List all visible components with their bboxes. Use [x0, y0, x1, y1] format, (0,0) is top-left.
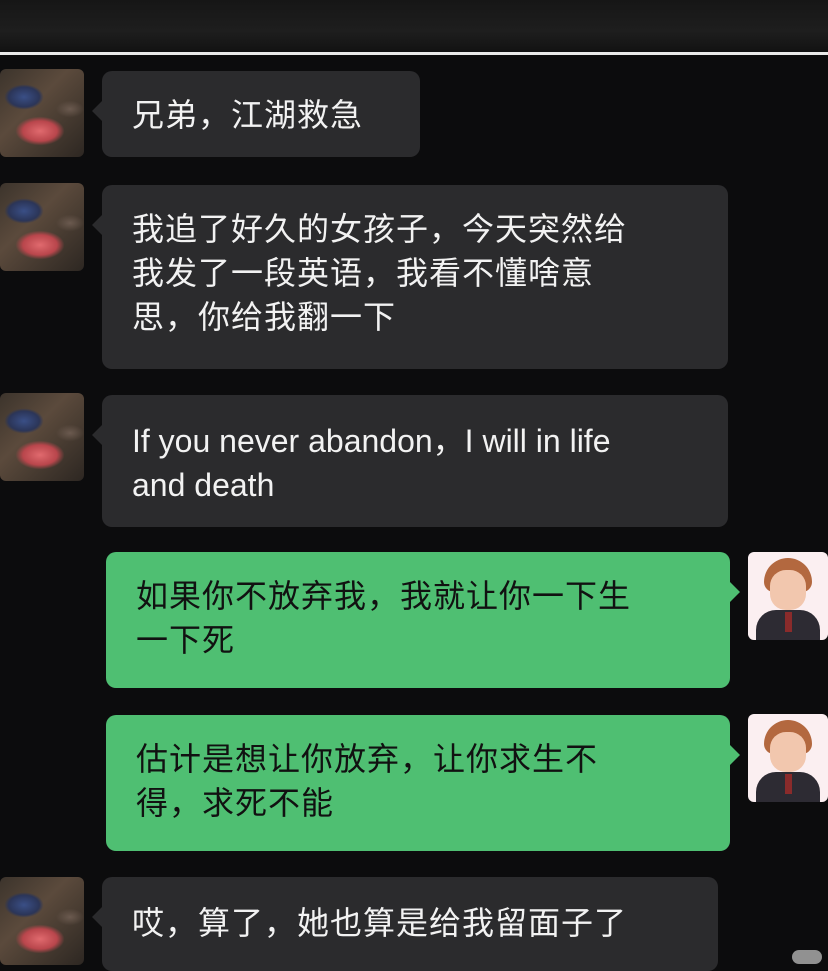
avatar-face	[770, 732, 806, 772]
user-avatar[interactable]	[748, 714, 828, 802]
friend-avatar[interactable]	[0, 69, 84, 157]
watermark-logo	[792, 950, 822, 964]
message-bubble-outgoing[interactable]: 如果你不放弃我，我就让你一下生 一下死	[106, 552, 740, 688]
message-bubble-incoming[interactable]: If you never abandon，I will in life and …	[92, 395, 728, 527]
message-bubble-incoming[interactable]: 哎，算了，她也算是给我留面子了	[92, 877, 718, 971]
friend-avatar[interactable]	[0, 877, 84, 965]
user-avatar[interactable]	[748, 552, 828, 640]
chat-area[interactable]: 兄弟，江湖救急 我追了好久的女孩子，今天突然给 我发了一段英语，我看不懂啥意 思…	[0, 55, 828, 971]
message-bubble-incoming[interactable]: 兄弟，江湖救急	[92, 71, 420, 157]
friend-avatar[interactable]	[0, 393, 84, 481]
avatar-tie	[785, 774, 792, 794]
friend-avatar[interactable]	[0, 183, 84, 271]
avatar-tie	[785, 612, 792, 632]
top-bar	[0, 0, 828, 52]
message-bubble-outgoing[interactable]: 估计是想让你放弃，让你求生不 得，求死不能	[106, 715, 740, 851]
message-bubble-incoming[interactable]: 我追了好久的女孩子，今天突然给 我发了一段英语，我看不懂啥意 思，你给我翻一下	[92, 185, 728, 369]
avatar-face	[770, 570, 806, 610]
